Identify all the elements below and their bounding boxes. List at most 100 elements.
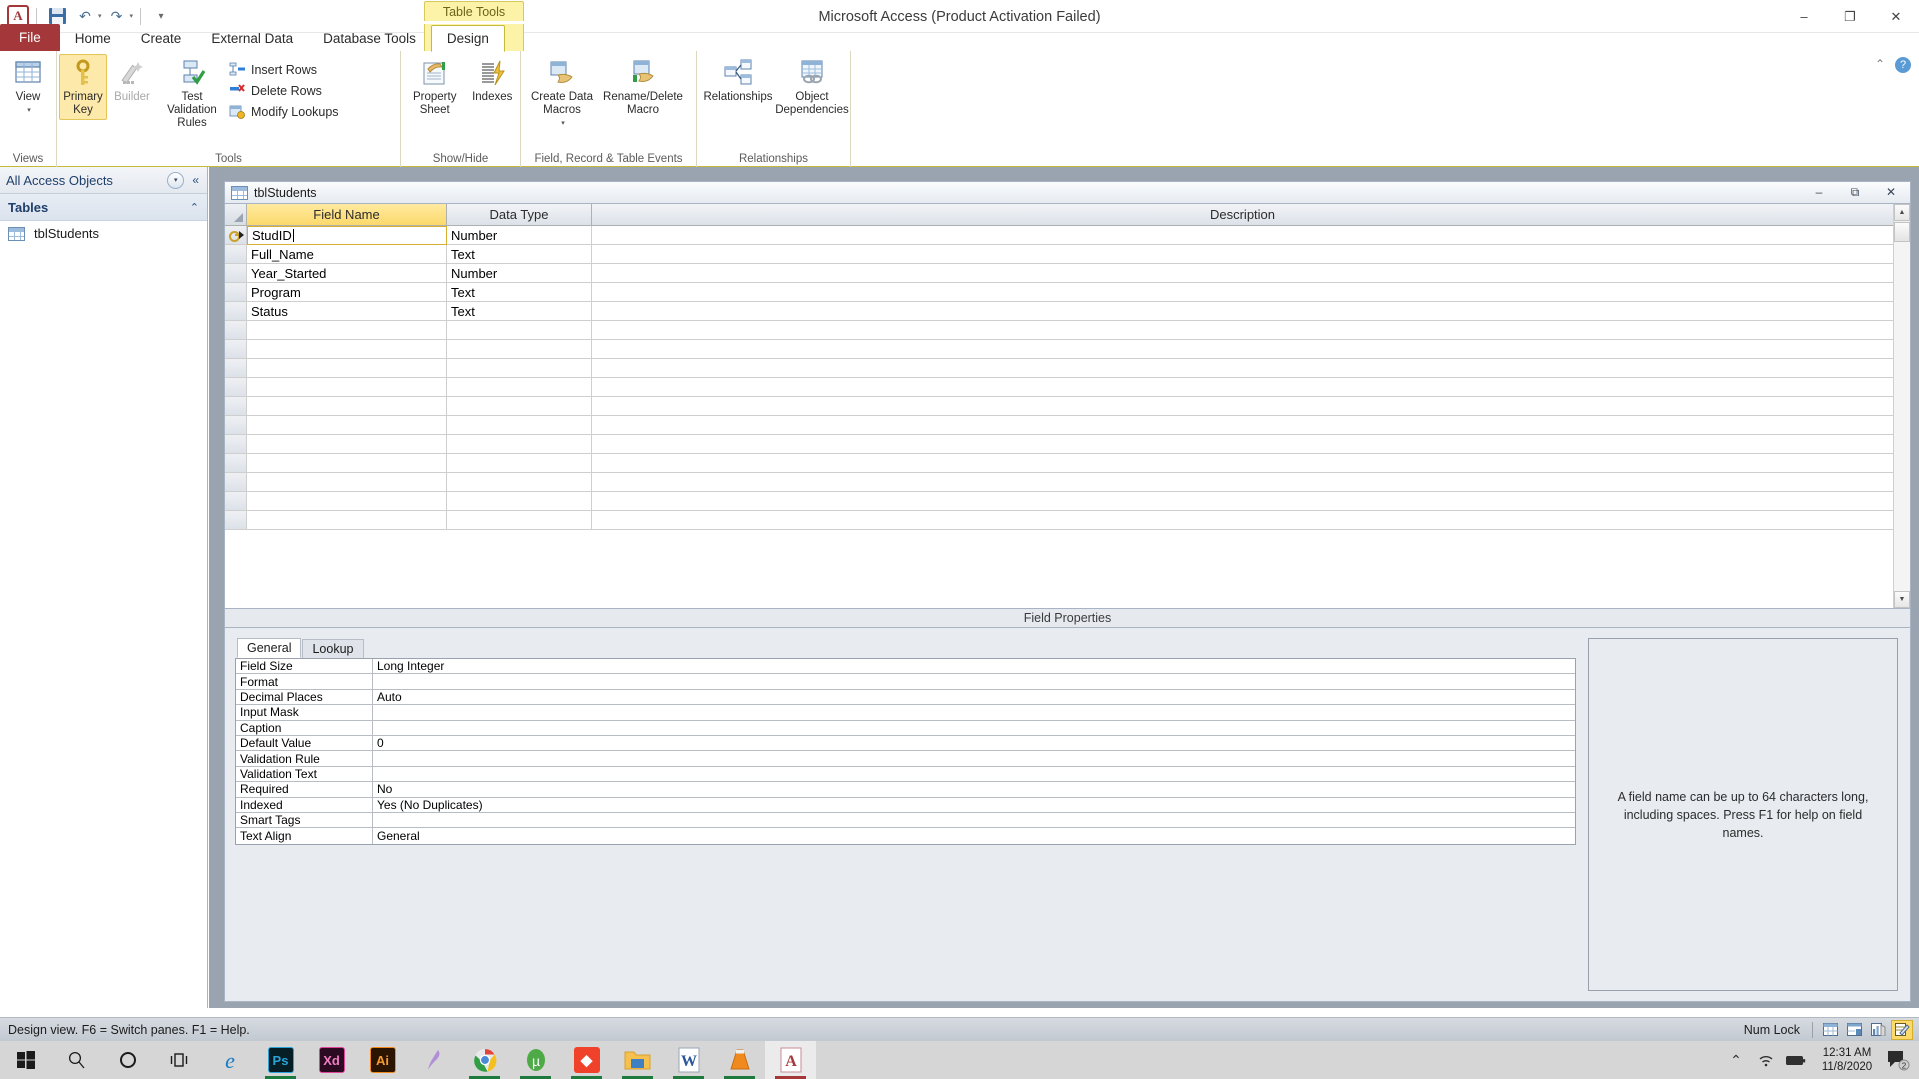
undo-dropdown-icon[interactable]: ▾ <box>98 12 102 20</box>
taskbar-search-icon[interactable] <box>51 1041 102 1079</box>
builder-button[interactable]: Builder <box>107 54 157 107</box>
field-property-row[interactable]: Validation Text <box>236 766 1575 783</box>
table-row[interactable]: StudID Number <box>225 226 1893 245</box>
table-row-empty[interactable] <box>225 511 1893 530</box>
cell-data-type[interactable] <box>447 473 592 492</box>
battery-icon[interactable] <box>1781 1041 1811 1079</box>
tab-file[interactable]: File <box>0 24 60 51</box>
tab-lookup[interactable]: Lookup <box>302 639 364 658</box>
taskbar-google-chrome-icon[interactable] <box>459 1041 510 1079</box>
cell-field-name[interactable] <box>247 454 447 473</box>
cell-field-name[interactable]: Status <box>247 302 447 321</box>
field-property-row[interactable]: Format <box>236 674 1575 690</box>
field-property-row[interactable]: Decimal Places Auto <box>236 689 1575 706</box>
row-selector[interactable] <box>225 283 247 302</box>
view-dropdown-icon[interactable]: ▾ <box>27 104 31 117</box>
tab-home[interactable]: Home <box>60 25 126 51</box>
cell-data-type[interactable] <box>447 454 592 473</box>
cell-field-name[interactable]: Program <box>247 283 447 302</box>
column-header-field-name[interactable]: Field Name <box>247 204 447 226</box>
object-dependencies-button[interactable]: Object Dependencies <box>775 54 849 120</box>
field-property-row[interactable]: Caption <box>236 720 1575 736</box>
row-selector[interactable] <box>225 454 247 473</box>
modify-lookups-button[interactable]: Modify Lookups <box>227 101 345 122</box>
rename-delete-macro-button[interactable]: Rename/Delete Macro <box>601 54 685 120</box>
tab-database-tools[interactable]: Database Tools <box>308 25 431 51</box>
property-sheet-button[interactable]: Property Sheet <box>403 54 466 120</box>
table-row-empty[interactable] <box>225 454 1893 473</box>
help-icon[interactable]: ? <box>1895 57 1911 73</box>
cell-data-type[interactable] <box>447 435 592 454</box>
field-property-row[interactable]: Default Value 0 <box>236 735 1575 752</box>
cell-field-name[interactable] <box>247 359 447 378</box>
row-selector[interactable] <box>225 435 247 454</box>
taskbar-clock[interactable]: 12:31 AM 11/8/2020 <box>1811 1046 1883 1074</box>
cell-field-name[interactable] <box>247 435 447 454</box>
row-selector[interactable] <box>225 473 247 492</box>
field-property-value[interactable]: 0 <box>373 736 1575 750</box>
document-restore-button[interactable]: ⧉ <box>1848 185 1862 200</box>
row-selector[interactable] <box>225 321 247 340</box>
cell-description[interactable] <box>592 283 1893 302</box>
design-view-button[interactable] <box>1891 1019 1913 1040</box>
taskbar-cortana-icon[interactable] <box>102 1041 153 1079</box>
field-property-value[interactable] <box>373 674 1575 688</box>
row-selector[interactable] <box>225 378 247 397</box>
delete-rows-button[interactable]: Delete Rows <box>227 80 345 101</box>
field-property-value[interactable]: General <box>373 828 1575 843</box>
taskbar-vegas-pro-icon[interactable]: ◆ <box>561 1041 612 1079</box>
cell-data-type[interactable]: Number <box>447 264 592 283</box>
taskbar-file-explorer-icon[interactable] <box>612 1041 663 1079</box>
primary-key-button[interactable]: Primary Key <box>59 54 107 120</box>
test-validation-rules-button[interactable]: Test Validation Rules <box>157 54 227 133</box>
field-property-row[interactable]: Required No <box>236 782 1575 798</box>
row-selector[interactable] <box>225 340 247 359</box>
table-row[interactable]: Full_Name Text <box>225 245 1893 264</box>
tab-general[interactable]: General <box>237 638 302 658</box>
taskbar-adobe-xd-icon[interactable]: Xd <box>306 1041 357 1079</box>
row-selector[interactable] <box>225 511 247 530</box>
table-row[interactable]: Year_Started Number <box>225 264 1893 283</box>
nav-item-tblstudents[interactable]: tblStudents <box>0 221 207 246</box>
table-row-empty[interactable] <box>225 473 1893 492</box>
row-selector[interactable] <box>225 264 247 283</box>
field-property-row[interactable]: Text Align General <box>236 828 1575 844</box>
create-data-macros-dropdown-icon[interactable]: ▾ <box>561 117 565 130</box>
taskbar-internet-explorer-icon[interactable]: e <box>204 1041 255 1079</box>
chevron-down-icon[interactable]: ▾ <box>167 171 185 189</box>
cell-data-type[interactable]: Text <box>447 283 592 302</box>
table-row[interactable]: Program Text <box>225 283 1893 302</box>
cell-description[interactable] <box>592 473 1893 492</box>
cell-data-type[interactable]: Number <box>447 226 592 245</box>
cell-field-name[interactable] <box>247 397 447 416</box>
cell-description[interactable] <box>592 340 1893 359</box>
cell-description[interactable] <box>592 226 1893 245</box>
table-row-empty[interactable] <box>225 359 1893 378</box>
row-selector[interactable] <box>225 416 247 435</box>
taskbar-illustrator-icon[interactable]: Ai <box>357 1041 408 1079</box>
cell-field-name[interactable]: Year_Started <box>247 264 447 283</box>
row-selector[interactable] <box>225 302 247 321</box>
chevron-up-icon[interactable]: ⌃ <box>190 201 199 214</box>
field-property-row[interactable]: Input Mask <box>236 705 1575 721</box>
notification-center-icon[interactable]: 2 <box>1883 1041 1915 1079</box>
field-property-row[interactable]: Field Size Long Integer <box>236 659 1575 675</box>
cell-field-name[interactable] <box>247 340 447 359</box>
field-property-value[interactable] <box>373 767 1575 781</box>
scrollbar-thumb[interactable] <box>1894 222 1910 242</box>
redo-dropdown-icon[interactable]: ▾ <box>130 12 134 20</box>
insert-rows-button[interactable]: Insert Rows <box>227 59 345 80</box>
cell-description[interactable] <box>592 435 1893 454</box>
cell-data-type[interactable] <box>447 340 592 359</box>
cell-field-name[interactable]: StudID <box>247 226 447 245</box>
table-row-empty[interactable] <box>225 378 1893 397</box>
cell-data-type[interactable] <box>447 397 592 416</box>
scroll-up-button[interactable]: ▲ <box>1894 204 1910 221</box>
taskbar-photoshop-icon[interactable]: Ps <box>255 1041 306 1079</box>
table-row-empty[interactable] <box>225 416 1893 435</box>
field-property-value[interactable]: Yes (No Duplicates) <box>373 798 1575 812</box>
cell-field-name[interactable] <box>247 473 447 492</box>
collapse-pane-icon[interactable]: « <box>190 173 201 187</box>
cell-field-name[interactable] <box>247 378 447 397</box>
cell-data-type[interactable] <box>447 492 592 511</box>
